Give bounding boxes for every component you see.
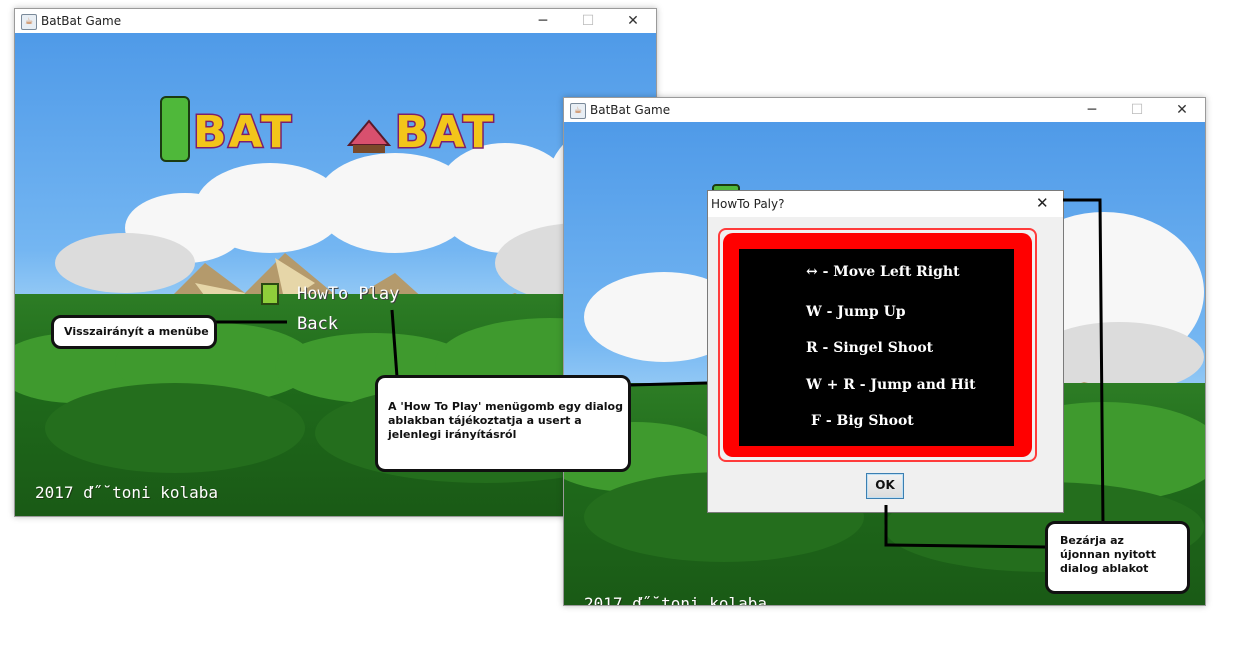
annotation-howto-text: A 'How To Play' menügomb egy dialog abla…: [388, 400, 623, 441]
annotation-howto: A 'How To Play' menügomb egy dialog abla…: [375, 375, 631, 472]
annotation-back-text: Visszairányít a menübe: [64, 325, 209, 338]
annotation-close: Bezárja az újonnan nyitott dialog ablako…: [1045, 521, 1190, 594]
annotation-close-text: Bezárja az újonnan nyitott dialog ablako…: [1060, 534, 1157, 575]
annotation-back: Visszairányít a menübe: [51, 315, 217, 349]
